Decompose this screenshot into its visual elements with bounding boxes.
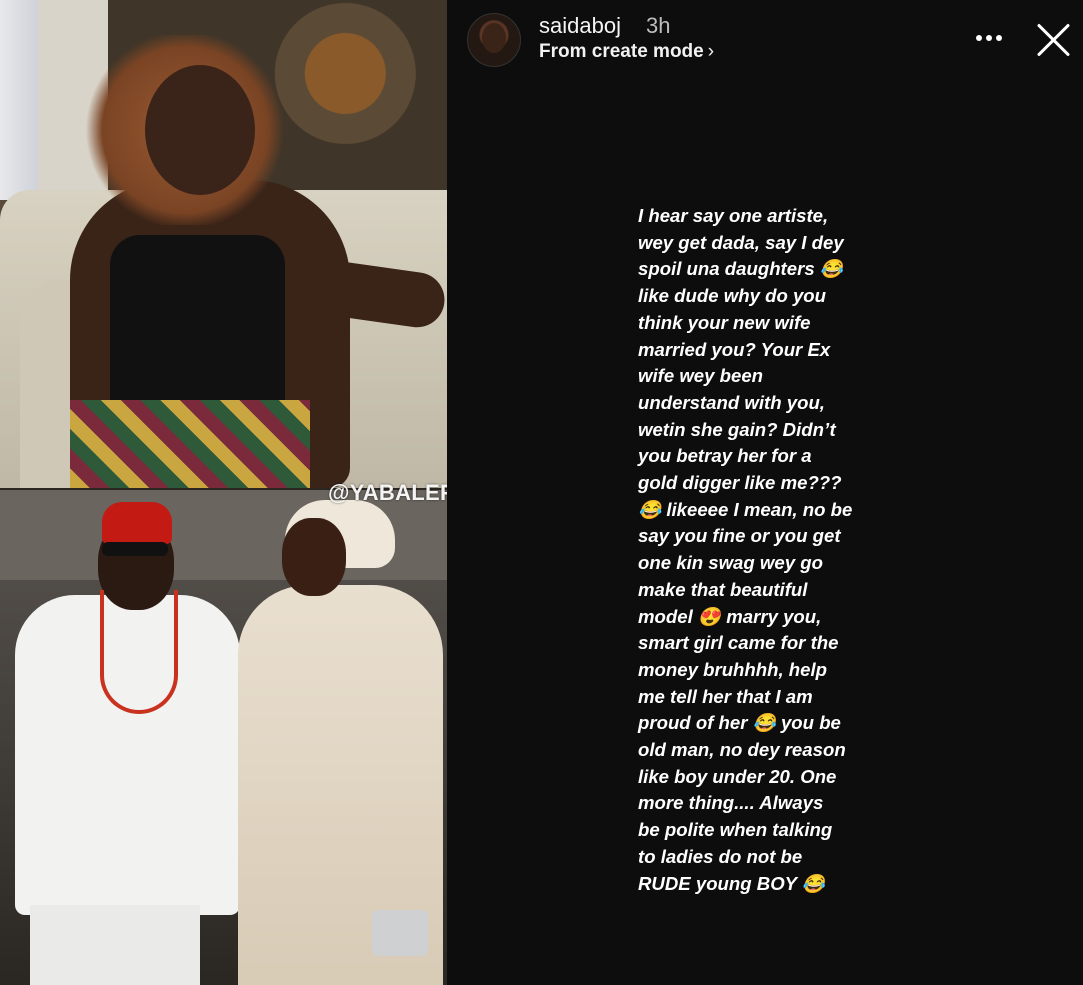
- more-dot-icon: [986, 35, 992, 41]
- story-text-line: say you fine or you get: [638, 525, 841, 547]
- username[interactable]: saidaboj: [539, 13, 621, 39]
- sunglasses: [102, 542, 168, 556]
- story-text-line: smart girl came for the: [638, 632, 839, 654]
- story-viewer: saidaboj 3h From create mode › I hear say…: [447, 0, 1083, 985]
- avatar-face: [482, 23, 506, 53]
- man-trousers: [30, 905, 200, 985]
- story-text-line: 😂 likeeee I mean, no be: [638, 498, 853, 520]
- coral-beads: [100, 590, 178, 714]
- story-text-line: like boy under 20. One: [638, 765, 837, 787]
- more-dot-icon: [996, 35, 1002, 41]
- photo-couple: [0, 490, 447, 985]
- story-text-line: you betray her for a: [638, 445, 812, 467]
- story-text-line: wife wey been: [638, 365, 764, 387]
- create-mode-label: From create mode: [539, 41, 704, 62]
- story-text-line: like dude why do you: [638, 285, 827, 307]
- more-dot-icon: [976, 35, 982, 41]
- story-text-line: I hear say one artiste,: [638, 205, 829, 226]
- close-icon[interactable]: [1034, 20, 1074, 60]
- story-text-line: understand with you,: [638, 391, 825, 413]
- story-header: saidaboj 3h From create mode ›: [447, 0, 1083, 78]
- red-cap: [102, 502, 172, 544]
- woman-face: [282, 518, 346, 596]
- avatar[interactable]: [467, 13, 521, 67]
- photo-woman-on-sofa: [0, 0, 447, 488]
- story-text-line: wetin she gain? Didn’t: [638, 418, 836, 440]
- story-text-line: one kin swag wey go: [638, 552, 823, 574]
- story-text-line: me tell her that I am: [638, 685, 813, 707]
- story-text-line: to ladies do not be: [638, 845, 803, 867]
- story-text-line: make that beautiful: [638, 578, 808, 600]
- story-text-line: married you? Your Ex: [638, 338, 831, 360]
- story-text-line: be polite when talking: [638, 819, 833, 841]
- timestamp: 3h: [646, 13, 671, 38]
- story-text: I hear say one artiste, wey get dada, say…: [638, 203, 898, 897]
- story-text-line: proud of her 😂 you be: [638, 712, 841, 734]
- woman-face: [145, 65, 255, 195]
- story-text-line: old man, no dey reason: [638, 739, 846, 761]
- chevron-right-icon: ›: [707, 41, 715, 62]
- story-text-line: think your new wife: [638, 311, 811, 333]
- silver-handbag: [372, 910, 428, 956]
- create-mode-link[interactable]: From create mode ›: [539, 41, 714, 63]
- story-text-line: money bruhhhh, help: [638, 658, 828, 680]
- story-text-line: model 😍 marry you,: [638, 605, 822, 627]
- story-text-line: more thing.... Always: [638, 792, 824, 814]
- print-skirt: [70, 400, 310, 488]
- story-text-line: gold digger like me???: [638, 472, 842, 494]
- story-text-line: spoil una daughters 😂: [638, 258, 843, 280]
- curtain: [0, 0, 38, 200]
- story-text-line: wey get dada, say I dey: [638, 231, 844, 253]
- story-text-line: RUDE young BOY 😂: [638, 872, 826, 894]
- more-options-button[interactable]: [969, 18, 1009, 58]
